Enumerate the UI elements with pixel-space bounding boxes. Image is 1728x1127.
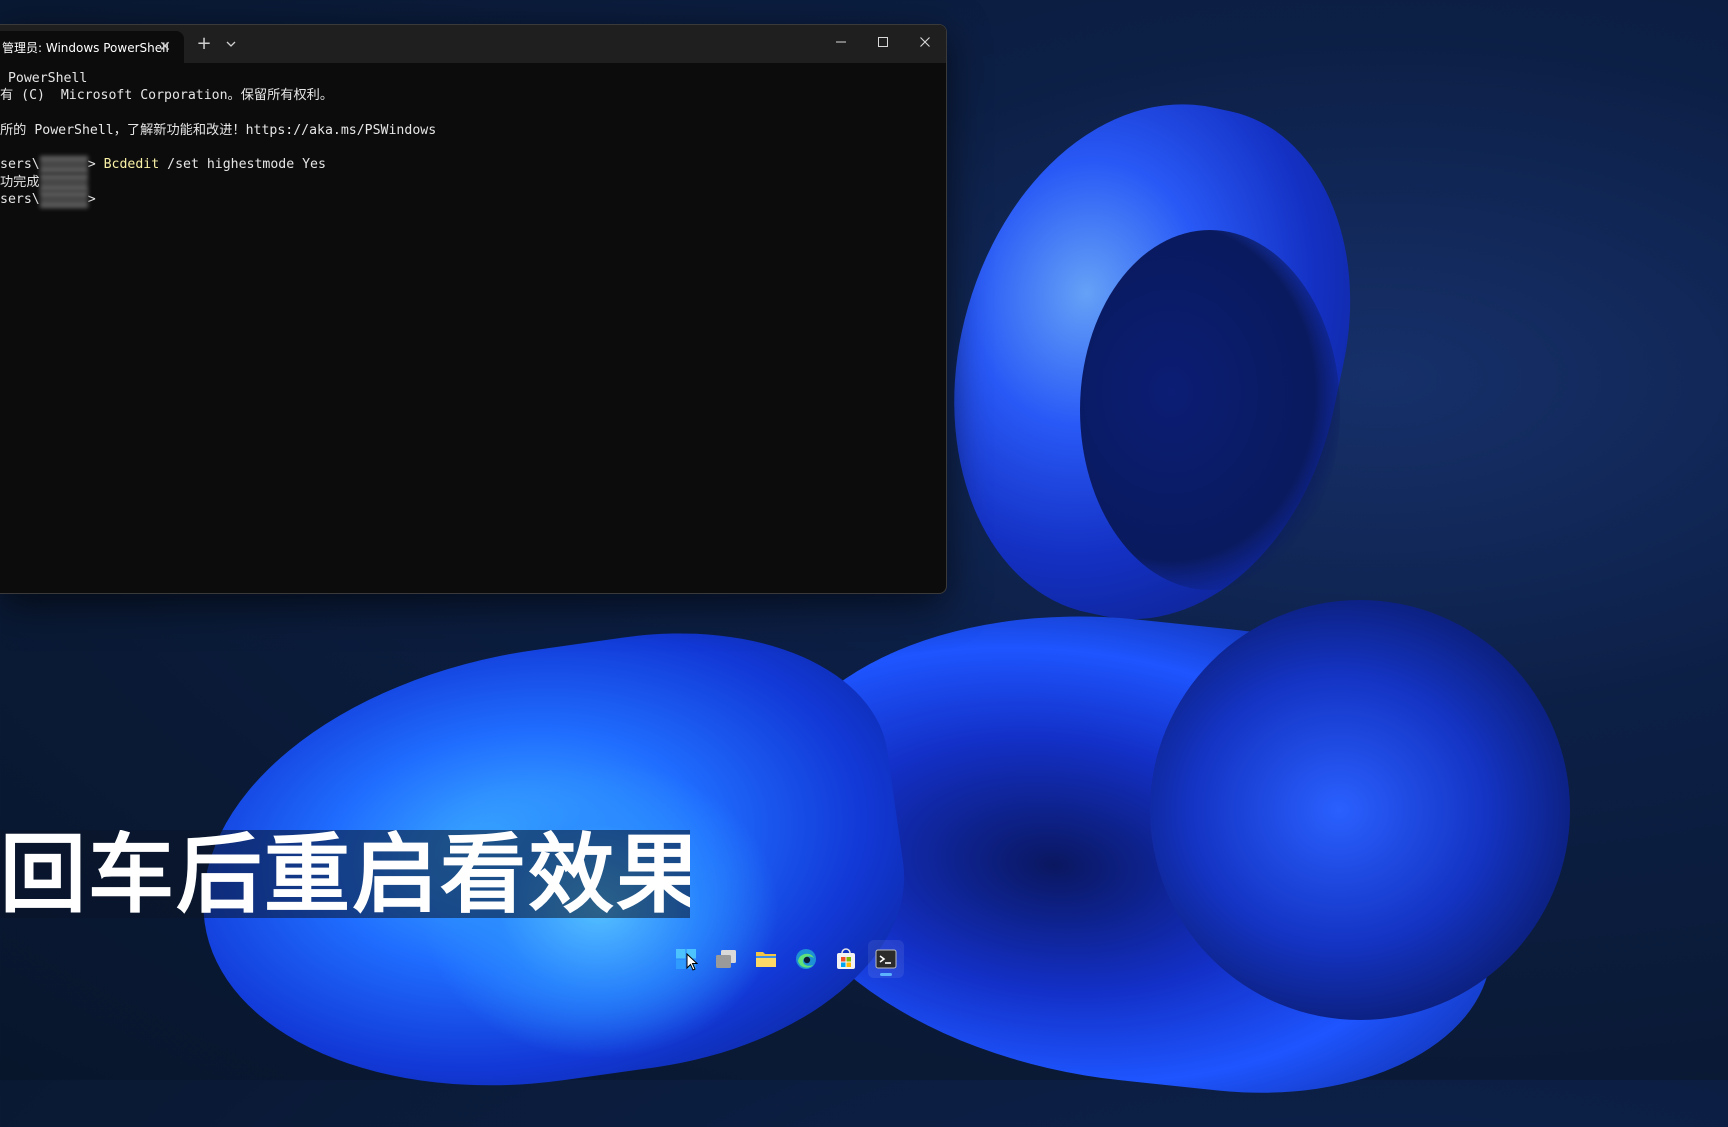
command-args: /set highestmode Yes — [159, 157, 326, 173]
edge-icon[interactable] — [788, 940, 824, 978]
command-name: Bcdedit — [103, 157, 160, 173]
tab-title: 管理员: Windows PowerShell — [2, 40, 169, 55]
prompt-suffix: > — [87, 192, 96, 208]
console-output[interactable]: PowerShell 有 (C) Microsoft Corporation。保… — [0, 63, 946, 593]
video-subtitle: 回车后重启看效果 — [0, 830, 690, 918]
store-icon[interactable] — [828, 940, 864, 978]
prompt-line: sers\ > — [0, 191, 946, 209]
redacted-username — [39, 191, 88, 209]
console-line: 有 (C) Microsoft Corporation。保留所有权利。 — [0, 88, 334, 104]
close-window-button[interactable] — [910, 31, 940, 57]
console-line: 所的 PowerShell，了解新功能和改进！https://aka.ms/PS… — [0, 122, 437, 138]
console-line: PowerShell — [0, 71, 88, 86]
redacted-area — [39, 173, 88, 191]
minimize-button[interactable] — [826, 31, 856, 57]
mouse-cursor-icon — [686, 952, 699, 971]
terminal-icon[interactable] — [868, 939, 904, 978]
file-explorer-icon[interactable] — [748, 940, 784, 978]
active-app-indicator — [880, 972, 892, 976]
redacted-username — [39, 156, 88, 174]
prompt-suffix: > — [87, 157, 96, 173]
maximize-button[interactable] — [868, 31, 898, 57]
terminal-window[interactable]: 管理员: Windows PowerShell ✕ + PowerShell 有… — [0, 24, 947, 594]
result-line: 功完成 — [0, 173, 946, 191]
prompt-prefix: sers\ — [0, 157, 40, 173]
result-text: 功完成 — [0, 174, 40, 190]
taskbar[interactable] — [664, 937, 908, 980]
new-tab-button[interactable]: + — [193, 33, 215, 55]
prompt-prefix: sers\ — [0, 192, 40, 208]
command-line: sers\ > Bcdedit /set highestmode Yes — [0, 156, 946, 174]
title-bar[interactable]: 管理员: Windows PowerShell ✕ + — [0, 25, 946, 63]
close-tab-icon[interactable]: ✕ — [156, 38, 174, 56]
task-view-icon[interactable] — [708, 940, 744, 978]
tab-powershell[interactable]: 管理员: Windows PowerShell ✕ — [0, 31, 184, 63]
chevron-down-icon[interactable] — [222, 35, 240, 53]
